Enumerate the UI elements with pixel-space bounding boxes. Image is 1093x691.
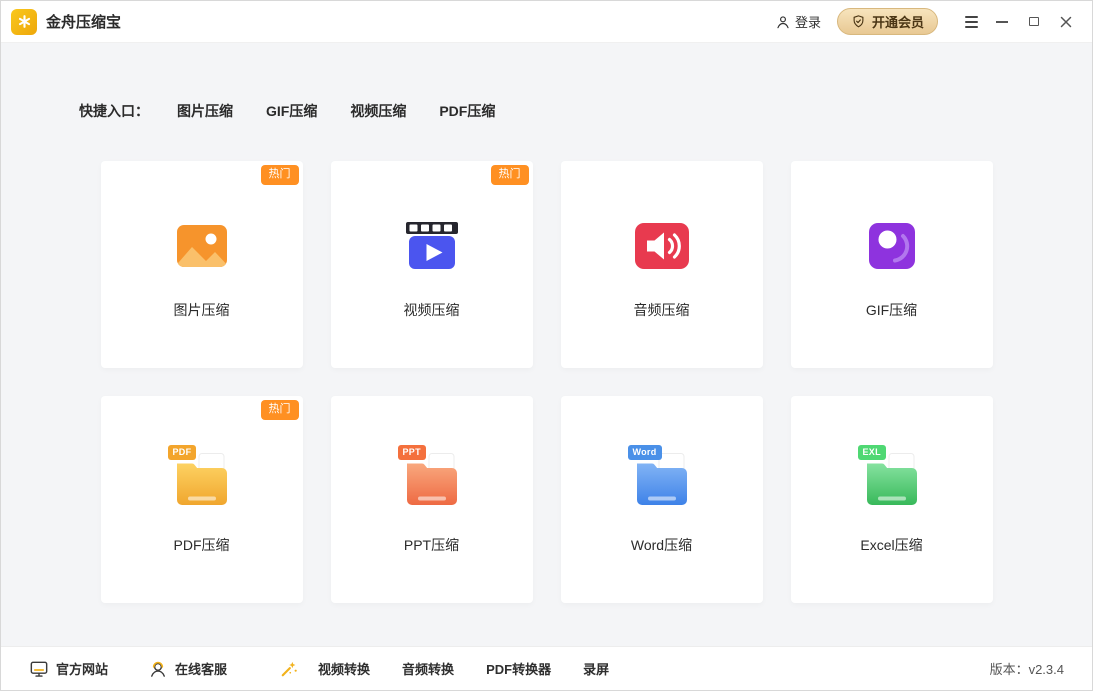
card-label: GIF压缩 (865, 302, 918, 318)
video-compress-icon (400, 214, 464, 278)
footer-link-official-website[interactable]: 官方网站 (29, 659, 108, 679)
ppt-folder-icon: PPT (397, 445, 464, 513)
card-label: PDF压缩 (173, 537, 230, 553)
word-folder-icon: Word (627, 445, 694, 513)
quick-link-gif-compress[interactable]: GIF压缩 (266, 101, 317, 121)
minimize-icon (996, 20, 1008, 23)
hot-badge: 热门 (490, 165, 529, 185)
footer-bar: 官方网站 在线客服 视频转换 音频转换 PDF转换器 录屏 版本：v2.3.4 (1, 646, 1092, 690)
footer-tools-group: 视频转换 音频转换 PDF转换器 录屏 (279, 659, 609, 679)
footer-link-audio-convert[interactable]: 音频转换 (402, 659, 454, 678)
close-button[interactable] (1052, 8, 1080, 36)
excel-folder-icon: EXL (857, 445, 924, 513)
pdf-format-badge: PDF (167, 445, 197, 460)
card-gif-compress[interactable]: GIF压缩 (790, 161, 993, 368)
audio-compress-icon (630, 214, 694, 278)
word-format-badge: Word (627, 445, 662, 460)
quick-link-image-compress[interactable]: 图片压缩 (177, 101, 233, 121)
login-button[interactable]: 登录 (775, 12, 821, 31)
maximize-icon (1029, 17, 1039, 26)
card-label: Word压缩 (630, 537, 693, 553)
feature-card-grid: 热门 图片压缩 热门 视频压缩 音频压缩 GIF压缩 热门 PDF PDF压缩 … (100, 161, 993, 603)
excel-format-badge: EXL (857, 445, 886, 460)
vip-label: 开通会员 (871, 15, 924, 30)
card-image-compress[interactable]: 热门 图片压缩 (100, 161, 303, 368)
app-window: 金舟压缩宝 登录 开通会员 快捷入口： 图片压缩 GIF压缩 视频压缩 PDF压… (0, 0, 1093, 691)
user-icon (775, 14, 791, 30)
main-content: 快捷入口： 图片压缩 GIF压缩 视频压缩 PDF压缩 热门 图片压缩 热门 视… (1, 43, 1092, 646)
footer-link-video-convert[interactable]: 视频转换 (318, 659, 370, 678)
pdf-folder-icon: PDF (167, 445, 234, 513)
version-label: 版本：v2.3.4 (989, 662, 1064, 677)
footer-link-label: 官方网站 (56, 662, 109, 677)
title-bar: 金舟压缩宝 登录 开通会员 (1, 1, 1092, 43)
minimize-button[interactable] (988, 8, 1016, 36)
footer-link-screen-record[interactable]: 录屏 (583, 659, 609, 678)
card-ppt-compress[interactable]: PPT PPT压缩 (330, 396, 533, 603)
card-label: 视频压缩 (403, 302, 460, 318)
website-icon (29, 659, 49, 679)
vip-button[interactable]: 开通会员 (836, 8, 938, 35)
menu-button[interactable] (958, 9, 984, 35)
card-label: 图片压缩 (173, 302, 230, 318)
hot-badge: 热门 (260, 400, 299, 420)
membership-badge-icon (851, 14, 866, 29)
hot-badge: 热门 (260, 165, 299, 185)
quick-link-pdf-compress[interactable]: PDF压缩 (439, 101, 495, 121)
quick-entry-label: 快捷入口： (79, 103, 149, 119)
app-title: 金舟压缩宝 (46, 14, 122, 31)
card-pdf-compress[interactable]: 热门 PDF PDF压缩 (100, 396, 303, 603)
card-word-compress[interactable]: Word Word压缩 (560, 396, 763, 603)
ppt-format-badge: PPT (397, 445, 426, 460)
card-label: PPT压缩 (403, 537, 460, 553)
service-icon (148, 659, 168, 679)
close-icon (1060, 16, 1072, 28)
menu-icon (964, 15, 978, 28)
footer-link-label: 在线客服 (175, 662, 228, 677)
tools-icon (279, 659, 299, 679)
quick-link-video-compress[interactable]: 视频压缩 (350, 101, 406, 121)
footer-link-pdf-converter[interactable]: PDF转换器 (486, 659, 551, 678)
gif-compress-icon (860, 214, 924, 278)
maximize-button[interactable] (1020, 8, 1048, 36)
image-compress-icon (170, 214, 234, 278)
login-label: 登录 (794, 15, 821, 30)
card-audio-compress[interactable]: 音频压缩 (560, 161, 763, 368)
card-excel-compress[interactable]: EXL Excel压缩 (790, 396, 993, 603)
footer-link-online-service[interactable]: 在线客服 (148, 659, 227, 679)
card-label: Excel压缩 (860, 537, 923, 553)
quick-entry-row: 快捷入口： 图片压缩 GIF压缩 视频压缩 PDF压缩 (79, 43, 1092, 121)
app-logo-icon (11, 8, 37, 35)
card-label: 音频压缩 (633, 302, 690, 318)
title-bar-actions: 登录 开通会员 (775, 8, 1080, 36)
card-video-compress[interactable]: 热门 视频压缩 (330, 161, 533, 368)
